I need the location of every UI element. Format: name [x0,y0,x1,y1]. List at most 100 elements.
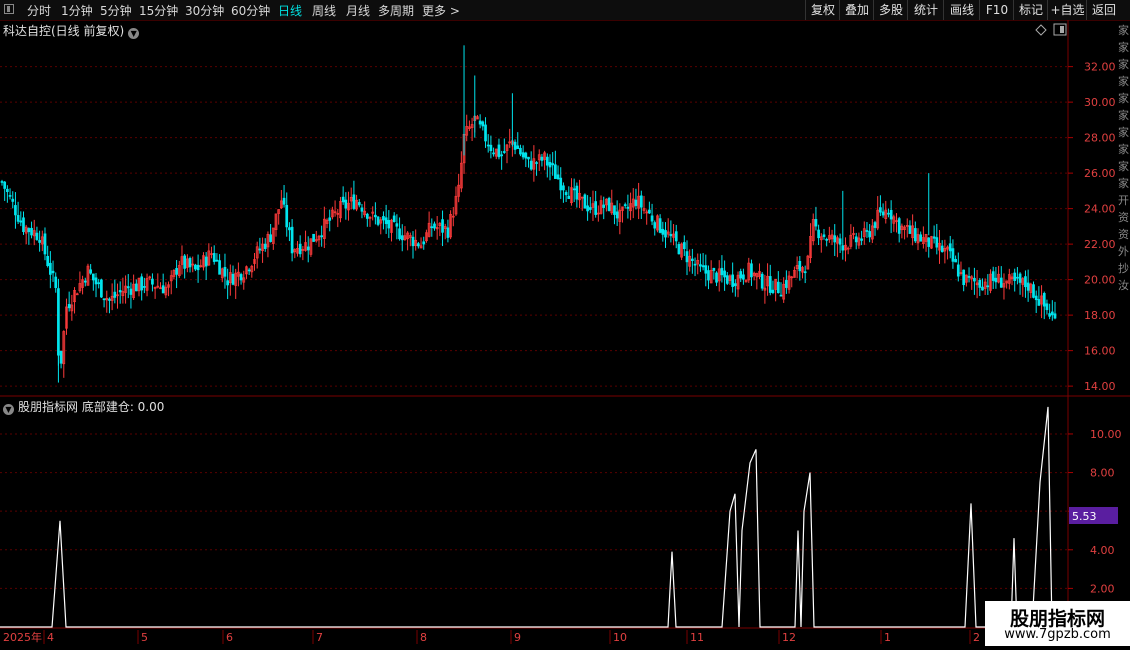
candle-body [218,260,221,275]
candle-body [954,258,957,263]
candle-body [46,255,50,266]
side-char: 资 [1118,228,1129,241]
candle-body [497,144,501,158]
candle-body [1024,276,1027,288]
candle-body [1034,295,1038,301]
candle-body [433,223,436,229]
candle-body [887,212,890,215]
candle-body [572,188,576,191]
candle-body [948,243,952,252]
candle-body [932,236,936,239]
main-tick-label: 22.00 [1084,238,1116,251]
candle-body [814,219,818,227]
candle-body [1053,313,1057,319]
candle-body [91,273,95,281]
side-char: 抄 [1118,262,1129,275]
candle-body [51,270,55,274]
candle-body [873,222,877,228]
candle-body [841,245,845,251]
candle-body [798,260,802,272]
indicator-line-series [0,406,1068,628]
candle-body [653,222,657,229]
candle-body [108,298,111,301]
candle-body [860,238,863,241]
candle-body [1045,303,1049,311]
candle-body [685,251,689,263]
candle-body [602,204,606,208]
candle-body [897,218,901,234]
candle-body [785,280,788,288]
candle-body [196,264,200,271]
candlestick-series [0,45,1057,383]
diamond-icon[interactable] [1035,24,1047,36]
candle-body [344,199,348,209]
x-axis-label: 12 [782,631,796,644]
candle-body [833,235,837,243]
candle-body [49,262,52,275]
candle-body [151,278,154,285]
side-char: 外 [1118,245,1129,258]
chevron-down-icon[interactable]: ▼ [128,28,140,39]
candle-body [113,291,117,298]
watermark-logo: 股朋指标网 www.7gpzb.com [985,601,1130,646]
candle-body [540,156,544,161]
candle-body [239,274,243,281]
candle-body [384,217,388,225]
candle-body [564,192,568,196]
chart-title: 科达自控(日线 前复权) ▼ [3,22,140,39]
side-char: 家 [1118,75,1129,88]
candle-body [312,233,315,242]
candle-body [575,185,579,200]
candle-body [991,271,995,281]
candle-body [118,290,122,293]
indicator-line [0,406,1068,628]
candle-body [650,215,654,222]
candle-body [6,188,9,193]
main-tick-label: 14.00 [1084,380,1116,393]
candle-body [188,257,192,268]
candle-body [94,277,98,285]
candle-body [1018,273,1022,283]
candle-body [400,235,404,241]
candle-body [999,277,1003,288]
candle-body [1050,311,1054,316]
candle-body [607,197,611,211]
candle-body [693,263,697,266]
candle-body [588,207,592,210]
candle-body [204,256,208,267]
candle-body [500,154,503,157]
candle-body [712,267,716,271]
candle-body [134,283,138,292]
candle-body [269,234,272,242]
candle-body [535,162,538,164]
candle-body [360,207,364,212]
candle-body [940,245,944,253]
candle-body [586,205,589,212]
chevron-down-icon[interactable]: ▼ [3,404,14,415]
candle-body [817,229,820,239]
side-char: 汝 [1118,279,1129,292]
candle-body [881,211,885,216]
candle-body [97,282,101,285]
candle-body [395,223,399,227]
candle-body [725,275,729,284]
x-axis: 2025年 4 5 6 7 8 9 10 11 12 1 2 [3,630,980,644]
kline-chart-canvas[interactable]: 32.0030.0028.0026.0024.0022.0020.0018.00… [0,0,1130,650]
candle-body [1048,313,1051,317]
x-axis-label: 2025年 [3,630,42,644]
candle-body [865,230,869,232]
side-char: 家 [1118,109,1129,122]
candle-body [715,272,718,283]
candle-body [838,238,842,245]
candle-body [669,234,673,237]
candle-body [258,248,262,251]
candle-body [8,195,12,197]
candle-body [723,270,726,278]
candle-body [328,217,332,221]
candle-body [489,144,493,151]
candle-body [290,226,294,254]
candle-body [548,162,552,168]
candle-body [376,216,380,225]
candle-body [889,209,893,220]
side-char: 家 [1118,41,1129,54]
